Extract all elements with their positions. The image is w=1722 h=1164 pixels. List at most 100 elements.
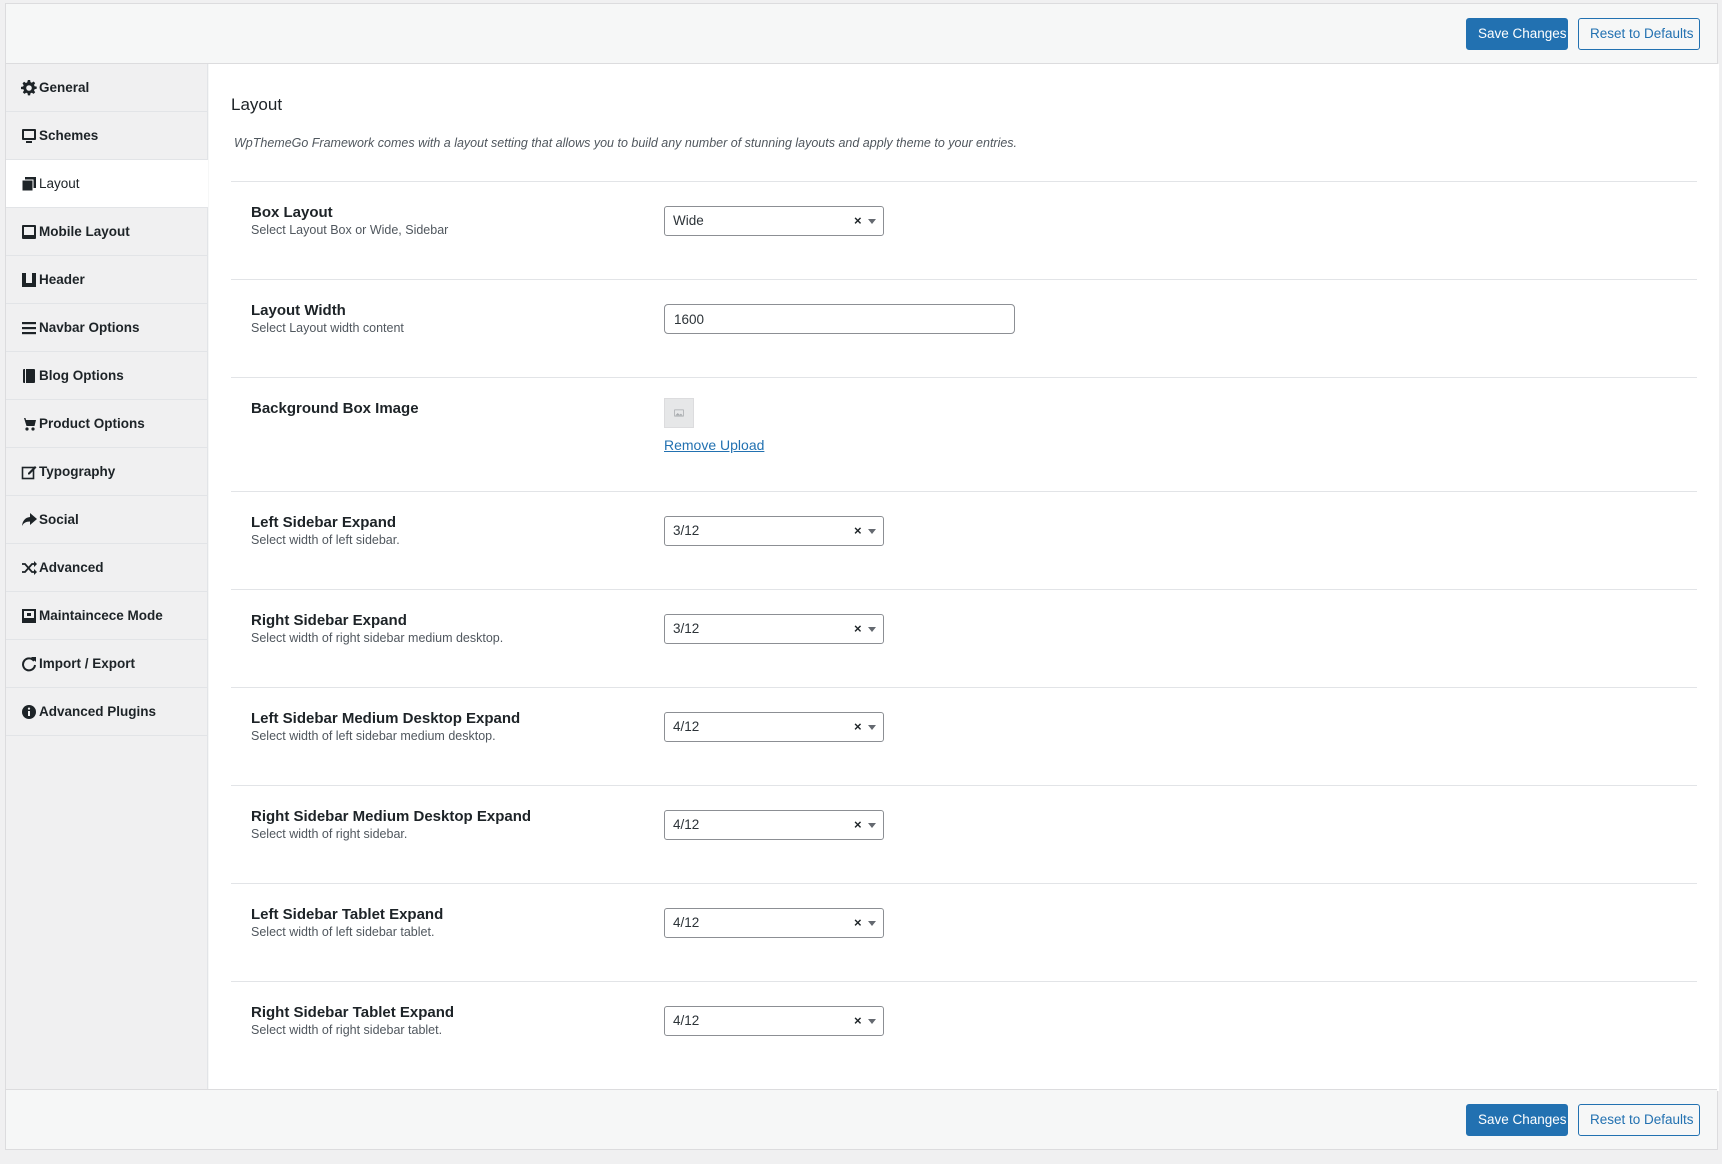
- left-sidebar-tablet-select[interactable]: 4/12 ×: [664, 908, 884, 938]
- clear-icon[interactable]: ×: [854, 213, 862, 228]
- edit-icon: [20, 463, 37, 480]
- field-title: Left Sidebar Expand: [251, 514, 397, 531]
- header-icon: [20, 271, 37, 288]
- remove-upload-link[interactable]: Remove Upload: [664, 437, 764, 453]
- field-subtitle: Select width of right sidebar medium des…: [251, 631, 504, 645]
- clear-icon[interactable]: ×: [854, 915, 862, 930]
- sidebar-item-layout[interactable]: Layout: [6, 160, 208, 208]
- select-value: 4/12: [673, 719, 700, 734]
- field-title: Left Sidebar Tablet Expand: [251, 906, 444, 923]
- refresh-icon: [20, 655, 37, 672]
- field-title: Layout Width: [251, 302, 346, 319]
- chevron-down-icon: [868, 529, 876, 534]
- reset-defaults-button-top[interactable]: Reset to Defaults: [1578, 18, 1700, 50]
- right-sidebar-medium-select[interactable]: 4/12 ×: [664, 810, 884, 840]
- sidebar-item-label: Mobile Layout: [39, 224, 130, 239]
- box-layout-row: Box Layout Select Layout Box or Wide, Si…: [231, 182, 1697, 280]
- select-value: 4/12: [673, 817, 700, 832]
- sidebar-item-advanced[interactable]: Advanced: [6, 544, 207, 592]
- select-value: 3/12: [673, 621, 700, 636]
- sidebar-item-import-export[interactable]: Import / Export: [6, 640, 207, 688]
- gear-icon: [20, 79, 37, 96]
- top-toolbar: Save Changes Reset to Defaults: [6, 4, 1717, 64]
- right-sidebar-expand-select[interactable]: 3/12 ×: [664, 614, 884, 644]
- sidebar-item-header[interactable]: Header: [6, 256, 207, 304]
- sidebar-item-label: Header: [39, 272, 85, 287]
- sidebar-item-advanced-plugins[interactable]: Advanced Plugins: [6, 688, 207, 736]
- chevron-down-icon: [868, 627, 876, 632]
- sidebar-item-mobile-layout[interactable]: Mobile Layout: [6, 208, 207, 256]
- field-subtitle: Select width of left sidebar medium desk…: [251, 729, 496, 743]
- chevron-down-icon: [868, 1019, 876, 1024]
- clear-icon[interactable]: ×: [854, 719, 862, 734]
- share-icon: [20, 511, 37, 528]
- select-value: Wide: [673, 213, 704, 228]
- sidebar-item-label: Maintaincece Mode: [39, 608, 163, 623]
- layout-width-row: Layout Width Select Layout width content: [231, 280, 1697, 378]
- field-title: Box Layout: [251, 204, 333, 221]
- sidebar-item-maintenance-mode[interactable]: Maintaincece Mode: [6, 592, 207, 640]
- clear-icon[interactable]: ×: [854, 817, 862, 832]
- sidebar-item-label: Advanced: [39, 560, 104, 575]
- section-description: WpThemeGo Framework comes with a layout …: [234, 136, 1018, 150]
- sidebar-item-label: Import / Export: [39, 656, 136, 671]
- select-value: 3/12: [673, 523, 700, 538]
- sidebar-item-label: Typography: [39, 464, 116, 479]
- chevron-down-icon: [868, 823, 876, 828]
- cart-icon: [20, 415, 37, 432]
- sidebar-item-label: Layout: [39, 176, 80, 191]
- sidebar-item-label: Advanced Plugins: [39, 704, 157, 719]
- copy-icon: [20, 175, 37, 192]
- left-sidebar-medium-select[interactable]: 4/12 ×: [664, 712, 884, 742]
- left-sidebar-expand-row: Left Sidebar Expand Select width of left…: [231, 492, 1697, 590]
- sidebar-item-blog-options[interactable]: Blog Options: [6, 352, 207, 400]
- sidebar-item-navbar-options[interactable]: Navbar Options: [6, 304, 207, 352]
- select-value: 4/12: [673, 915, 700, 930]
- sidebar-item-schemes[interactable]: Schemes: [6, 112, 207, 160]
- box-layout-select[interactable]: Wide ×: [664, 206, 884, 236]
- field-title: Right Sidebar Tablet Expand: [251, 1004, 455, 1021]
- sidebar-item-product-options[interactable]: Product Options: [6, 400, 207, 448]
- right-sidebar-tablet-select[interactable]: 4/12 ×: [664, 1006, 884, 1036]
- left-sidebar-expand-select[interactable]: 3/12 ×: [664, 516, 884, 546]
- options-panel: Save Changes Reset to Defaults General S…: [5, 3, 1719, 1150]
- monitor-icon: [20, 127, 37, 144]
- sidebar-item-typography[interactable]: Typography: [6, 448, 207, 496]
- left-sidebar-medium-desktop-row: Left Sidebar Medium Desktop Expand Selec…: [231, 688, 1697, 786]
- book-icon: [20, 367, 37, 384]
- shuffle-icon: [20, 559, 37, 576]
- clear-icon[interactable]: ×: [854, 523, 862, 538]
- field-title: Background Box Image: [251, 400, 419, 417]
- save-changes-button-bottom[interactable]: Save Changes: [1466, 1104, 1568, 1136]
- field-subtitle: Select width of left sidebar.: [251, 533, 400, 547]
- tablet-icon: [20, 223, 37, 240]
- field-subtitle: Select Layout Box or Wide, Sidebar: [251, 223, 449, 237]
- field-subtitle: Select width of right sidebar tablet.: [251, 1023, 443, 1037]
- layout-settings-content: Layout WpThemeGo Framework comes with a …: [209, 64, 1719, 1091]
- field-title: Right Sidebar Medium Desktop Expand: [251, 808, 532, 825]
- settings-rows: Box Layout Select Layout Box or Wide, Si…: [231, 181, 1697, 1080]
- left-sidebar-tablet-row: Left Sidebar Tablet Expand Select width …: [231, 884, 1697, 982]
- menu-icon: [20, 319, 37, 336]
- sidebar-item-label: Product Options: [39, 416, 145, 431]
- clear-icon[interactable]: ×: [854, 621, 862, 636]
- select-value: 4/12: [673, 1013, 700, 1028]
- image-thumbnail[interactable]: [664, 398, 694, 428]
- options-sidebar: General Schemes Layout Mobile Layout Hea…: [6, 64, 208, 1091]
- right-sidebar-expand-row: Right Sidebar Expand Select width of rig…: [231, 590, 1697, 688]
- sidebar-item-general[interactable]: General: [6, 64, 207, 112]
- save-changes-button-top[interactable]: Save Changes: [1466, 18, 1568, 50]
- field-title: Right Sidebar Expand: [251, 612, 407, 629]
- layout-width-input[interactable]: [664, 304, 1015, 334]
- sidebar-item-label: Schemes: [39, 128, 99, 143]
- clear-icon[interactable]: ×: [854, 1013, 862, 1028]
- chevron-down-icon: [868, 921, 876, 926]
- sidebar-item-social[interactable]: Social: [6, 496, 207, 544]
- field-title: Left Sidebar Medium Desktop Expand: [251, 710, 521, 727]
- chevron-down-icon: [868, 219, 876, 224]
- section-title: Layout: [231, 95, 283, 114]
- sidebar-item-label: Social: [39, 512, 79, 527]
- reset-defaults-button-bottom[interactable]: Reset to Defaults: [1578, 1104, 1700, 1136]
- sidebar-item-label: Blog Options: [39, 368, 124, 383]
- field-subtitle: Select width of right sidebar.: [251, 827, 408, 841]
